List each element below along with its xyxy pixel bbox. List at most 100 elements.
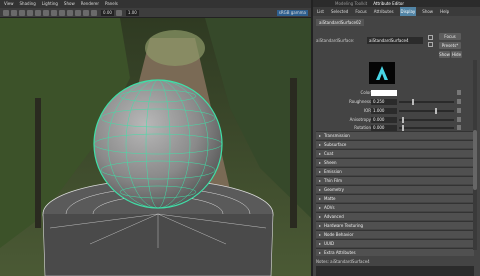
section-node-behavior[interactable]: ▸ Node Behavior: [316, 229, 474, 239]
texture-icon[interactable]: [43, 9, 49, 16]
expand-arrow-icon: ▸: [318, 241, 321, 246]
ior-slider-knob[interactable]: [435, 108, 438, 114]
viewport-menu-renderer[interactable]: Renderer: [81, 0, 99, 8]
anisotropy-slider[interactable]: [399, 119, 454, 121]
ior-field[interactable]: 1.000: [371, 108, 397, 114]
background-light-patch: [145, 30, 205, 66]
notes-textarea[interactable]: [316, 266, 474, 276]
menu-attributes[interactable]: Attributes: [373, 7, 395, 16]
exposure-field[interactable]: 0.00: [101, 9, 114, 16]
map-button-rotation[interactable]: [457, 125, 461, 130]
viewport-menu-shading[interactable]: Shading: [20, 0, 36, 8]
expand-arrow-icon: ▸: [318, 205, 321, 211]
roughness-field[interactable]: 0.250: [371, 99, 397, 105]
menu-display[interactable]: Display: [399, 7, 417, 16]
gamma-icon[interactable]: [115, 9, 122, 16]
tab-attribute-editor[interactable]: Attribute Editor: [373, 0, 404, 7]
section-hardware-texturing[interactable]: ▸ Hardware Texturing: [316, 220, 474, 230]
ior-slider[interactable]: [399, 110, 454, 112]
node-type-label: aiStandardSurface:: [316, 38, 355, 43]
resolution-gate-icon[interactable]: [83, 9, 89, 16]
menu-list[interactable]: List: [316, 7, 325, 16]
attr-label-roughness: Roughness: [349, 99, 371, 104]
section-sheen[interactable]: ▸ Sheen: [316, 157, 474, 167]
section-advanced[interactable]: ▸ Advanced: [316, 211, 474, 221]
attr-label-ior: IOR: [363, 108, 371, 113]
presets-button[interactable]: Presets*: [439, 42, 461, 49]
section-thin-film[interactable]: ▸ Thin Film: [316, 175, 474, 185]
shadow-icon[interactable]: [59, 9, 65, 16]
menu-help[interactable]: Help: [439, 7, 450, 16]
arnold-logo-icon: [376, 66, 388, 80]
attr-label-anisotropy: Anisotropy: [349, 117, 371, 122]
map-button-anisotropy[interactable]: [457, 117, 461, 122]
section-geometry[interactable]: ▸ Geometry: [316, 184, 474, 194]
section-transmission[interactable]: ▸ Transmission: [316, 131, 474, 140]
section-matte[interactable]: ▸ Matte: [316, 193, 474, 203]
viewport-menu-panels[interactable]: Panels: [105, 0, 118, 8]
hide-button[interactable]: Hide: [451, 51, 462, 58]
exposure-icon[interactable]: [91, 9, 97, 16]
map-button-roughness[interactable]: [457, 99, 461, 104]
rotation-slider[interactable]: [399, 127, 454, 129]
material-preview: [369, 62, 395, 84]
viewport-menu-bar: View Shading Lighting Show Renderer Pane…: [0, 0, 311, 8]
3d-viewport[interactable]: View Shading Lighting Show Renderer Pane…: [0, 0, 311, 276]
sphere-body: [93, 79, 223, 209]
attr-row-ior: IOR 1.000: [313, 107, 480, 115]
map-button-color[interactable]: [457, 90, 461, 95]
tab-modeling-toolkit[interactable]: Modeling Toolkit: [335, 0, 367, 7]
show-button[interactable]: Show: [439, 51, 450, 58]
expand-arrow-icon: ▸: [318, 196, 321, 202]
scrollbar-thumb[interactable]: [473, 130, 477, 190]
expand-arrow-icon: ▸: [318, 178, 321, 184]
section-coat[interactable]: ▸ Coat: [316, 148, 474, 158]
panel-tabs: Modeling Toolkit Attribute Editor: [313, 0, 480, 7]
section-extra-attributes[interactable]: ▸ Extra Attributes: [316, 247, 474, 257]
isolate-icon[interactable]: [75, 9, 81, 16]
output-connection-icon[interactable]: [428, 42, 433, 47]
light-icon[interactable]: [51, 9, 57, 16]
section-subsurface[interactable]: ▸ Subsurface: [316, 139, 474, 149]
background-trunk: [35, 98, 41, 228]
attribute-scrollbar[interactable]: [473, 60, 477, 250]
menu-show[interactable]: Show: [421, 7, 434, 16]
expand-arrow-icon: ▸: [318, 160, 321, 166]
focus-button[interactable]: Focus: [439, 33, 461, 40]
expand-arrow-icon: ▸: [318, 223, 321, 229]
map-button-ior[interactable]: [457, 108, 461, 113]
menu-focus[interactable]: Focus: [354, 7, 367, 16]
grid-icon[interactable]: [19, 9, 25, 16]
wireframe-icon[interactable]: [27, 9, 33, 16]
xray-icon[interactable]: [67, 9, 73, 16]
bookmark-icon[interactable]: [11, 9, 17, 16]
input-connection-icon[interactable]: [428, 35, 433, 40]
expand-arrow-icon: ▸: [318, 214, 321, 220]
roughness-slider-knob[interactable]: [412, 99, 415, 105]
section-emission[interactable]: ▸ Emission: [316, 166, 474, 176]
viewport-menu-view[interactable]: View: [4, 0, 14, 8]
gamma-field[interactable]: 1.00: [125, 9, 139, 16]
anisotropy-field[interactable]: 0.000: [371, 117, 397, 123]
viewport-menu-lighting[interactable]: Lighting: [42, 0, 58, 8]
sphere-mesh: [93, 79, 223, 209]
smooth-shade-icon[interactable]: [35, 9, 41, 16]
attribute-sections: ▸ Transmission ▸ Subsurface ▸ Coat ▸ Sheen ▸…: [316, 131, 474, 257]
scene-render: [0, 18, 311, 276]
expand-arrow-icon: ▸: [318, 133, 321, 139]
anisotropy-slider-knob[interactable]: [401, 117, 404, 123]
menu-selected[interactable]: Selected: [330, 7, 349, 16]
section-aovs[interactable]: ▸ AOVs: [316, 202, 474, 212]
expand-arrow-icon: ▸: [318, 232, 321, 238]
expand-arrow-icon: ▸: [318, 142, 321, 148]
attr-label-color: Color: [360, 90, 371, 95]
node-tab[interactable]: aiStandardSurface02: [316, 19, 365, 26]
section-uuid[interactable]: ▸ UUID: [316, 238, 474, 248]
camera-icon[interactable]: [3, 9, 9, 16]
color-space-selector[interactable]: sRGB gamma: [276, 9, 308, 16]
viewport-menu-show[interactable]: Show: [64, 0, 75, 8]
color-swatch[interactable]: [371, 90, 397, 96]
attr-row-roughness: Roughness 0.250: [313, 98, 480, 106]
roughness-slider[interactable]: [399, 101, 454, 103]
node-name-field[interactable]: aiStandardSurface4: [367, 37, 423, 44]
